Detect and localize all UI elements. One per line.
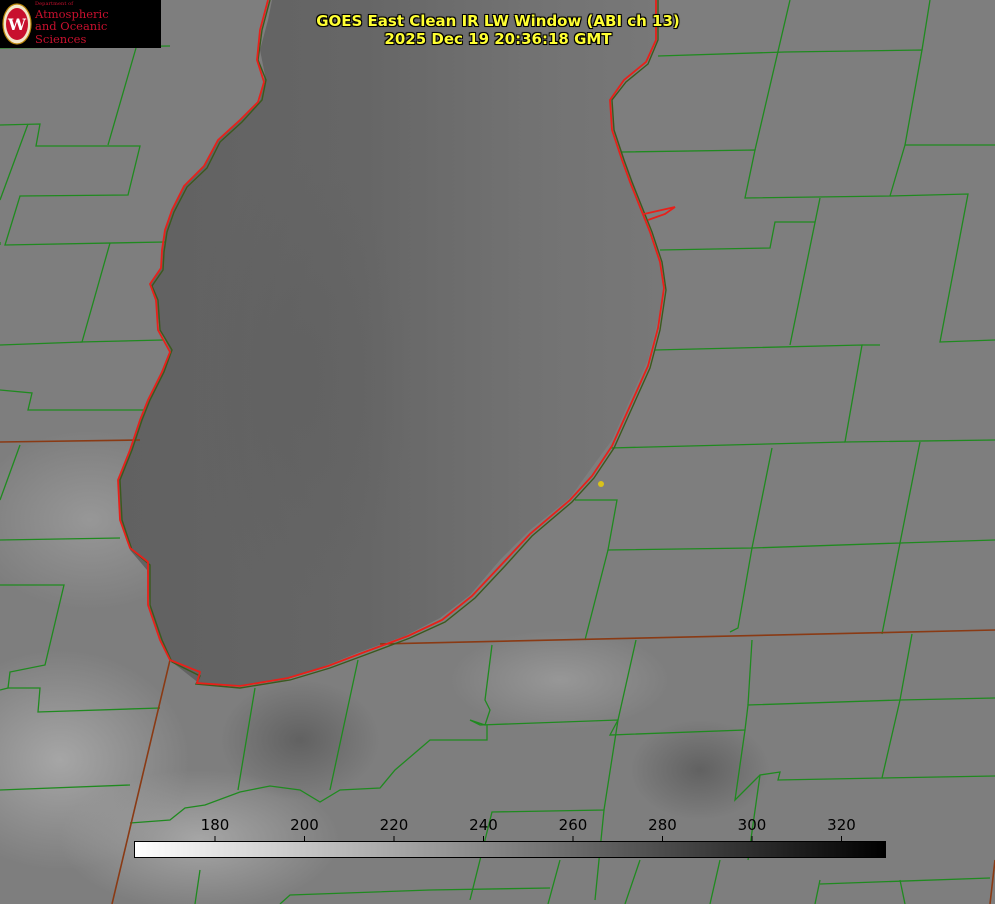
colorbar — [134, 841, 886, 858]
logo-text: Department of Atmospheric and Oceanic Sc… — [35, 2, 161, 47]
colorbar-tick-label: 300 — [737, 816, 767, 834]
logo-line2-text: and Oceanic Sciences — [35, 19, 108, 47]
uw-seal-icon: W — [2, 3, 32, 45]
lake-cold-core — [190, 160, 410, 600]
title-timestamp: 2025 Dec 19 20:36:18 GMT — [384, 30, 612, 48]
colorbar-tick-label: 220 — [379, 816, 409, 834]
svg-text:W: W — [7, 15, 27, 34]
image-title: GOES East Clean IR LW Window (ABI ch 13)… — [316, 12, 680, 48]
location-marker-icon — [598, 481, 604, 487]
aos-logo: W Department of Atmospheric and Oceanic … — [0, 0, 161, 48]
title-product: GOES East Clean IR LW Window (ABI ch 13) — [316, 12, 680, 30]
dark-patch — [220, 680, 380, 800]
satellite-map — [0, 0, 995, 904]
colorbar-tick-label: 240 — [469, 816, 498, 834]
satellite-image-viewer: W Department of Atmospheric and Oceanic … — [0, 0, 995, 904]
cloud-patch — [450, 630, 670, 730]
colorbar-tick-label: 180 — [200, 816, 230, 834]
colorbar-tick-label: 280 — [648, 816, 677, 834]
colorbar-tick-label: 320 — [827, 816, 856, 834]
colorbar-tick-label: 200 — [290, 816, 319, 834]
dark-patch — [630, 720, 770, 820]
colorbar-tick-label: 260 — [558, 816, 588, 834]
